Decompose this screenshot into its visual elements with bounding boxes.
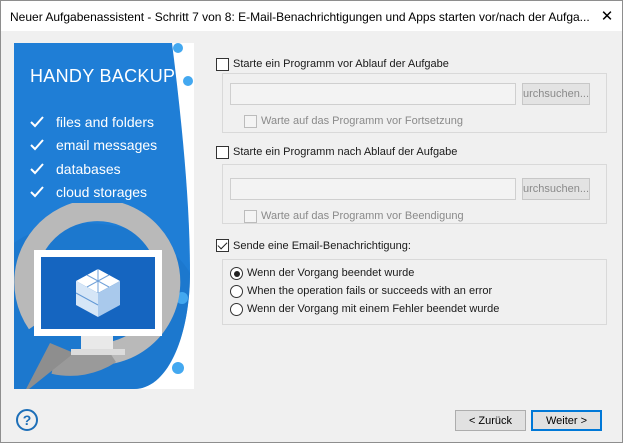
- email-option-label: When the operation fails or succeeds wit…: [247, 285, 493, 297]
- wizard-window: Neuer Aufgabenassistent - Schritt 7 von …: [0, 0, 623, 443]
- monitor-icon: [14, 203, 181, 389]
- email-option-radio-success[interactable]: [230, 267, 243, 280]
- pre-task-browse-button[interactable]: urchsuchen...: [522, 83, 590, 105]
- feature-label: databases: [56, 160, 121, 177]
- email-option-radio-error[interactable]: [230, 303, 243, 316]
- checkmark-icon: [30, 163, 44, 175]
- post-task-group: urchsuchen... Warte auf das Programm vor…: [222, 164, 607, 224]
- post-task-browse-button[interactable]: urchsuchen...: [522, 178, 590, 200]
- checkmark-icon: [30, 116, 44, 128]
- pre-task-wait-label: Warte auf das Programm vor Fortsetzung: [261, 115, 463, 127]
- feature-list: files and folders email messages databas…: [30, 110, 157, 204]
- pre-task-wait-checkbox[interactable]: [244, 115, 257, 128]
- help-icon[interactable]: ?: [16, 409, 38, 431]
- title-bar: Neuer Aufgabenassistent - Schritt 7 von …: [1, 1, 622, 31]
- post-task-wait-checkbox[interactable]: [244, 210, 257, 223]
- feature-item: databases: [30, 157, 157, 181]
- email-option-radio-any[interactable]: [230, 285, 243, 298]
- feature-label: files and folders: [56, 113, 155, 130]
- post-task-label: Starte ein Programm nach Ablauf der Aufg…: [233, 146, 458, 158]
- email-options-group: Wenn der Vorgang beendet wurde When the …: [222, 259, 607, 325]
- email-notification-checkbox[interactable]: [216, 239, 229, 252]
- pre-task-path-input[interactable]: [230, 83, 516, 105]
- post-task-checkbox[interactable]: [216, 146, 229, 159]
- email-notification-label: Sende eine Email-Benachrichtigung:: [233, 240, 411, 252]
- next-button[interactable]: Weiter >: [531, 410, 602, 431]
- pre-task-group: urchsuchen... Warte auf das Programm vor…: [222, 73, 607, 133]
- email-option-label: Wenn der Vorgang mit einem Fehler beende…: [247, 303, 500, 315]
- post-task-path-input[interactable]: [230, 178, 516, 200]
- feature-label: cloud storages: [56, 184, 148, 201]
- feature-label: email messages: [56, 137, 158, 154]
- product-banner: HANDY BACKUP files and folders email mes…: [14, 43, 194, 389]
- checkmark-icon: [30, 139, 44, 151]
- feature-item: email messages: [30, 134, 157, 158]
- feature-item: files and folders: [30, 110, 157, 134]
- pre-task-checkbox[interactable]: [216, 58, 229, 71]
- wizard-content: HANDY BACKUP files and folders email mes…: [1, 31, 622, 442]
- checkmark-icon: [30, 186, 44, 198]
- email-option-label: Wenn der Vorgang beendet wurde: [247, 267, 415, 279]
- feature-item: cloud storages: [30, 181, 157, 205]
- close-button[interactable]: ✕: [592, 1, 622, 31]
- pre-task-label: Starte ein Programm vor Ablauf der Aufga…: [233, 58, 449, 70]
- back-button[interactable]: < Zurück: [455, 410, 526, 431]
- window-title: Neuer Aufgabenassistent - Schritt 7 von …: [10, 10, 590, 24]
- brand-name: HANDY BACKUP: [30, 66, 176, 86]
- post-task-wait-label: Warte auf das Programm vor Beendigung: [261, 210, 464, 222]
